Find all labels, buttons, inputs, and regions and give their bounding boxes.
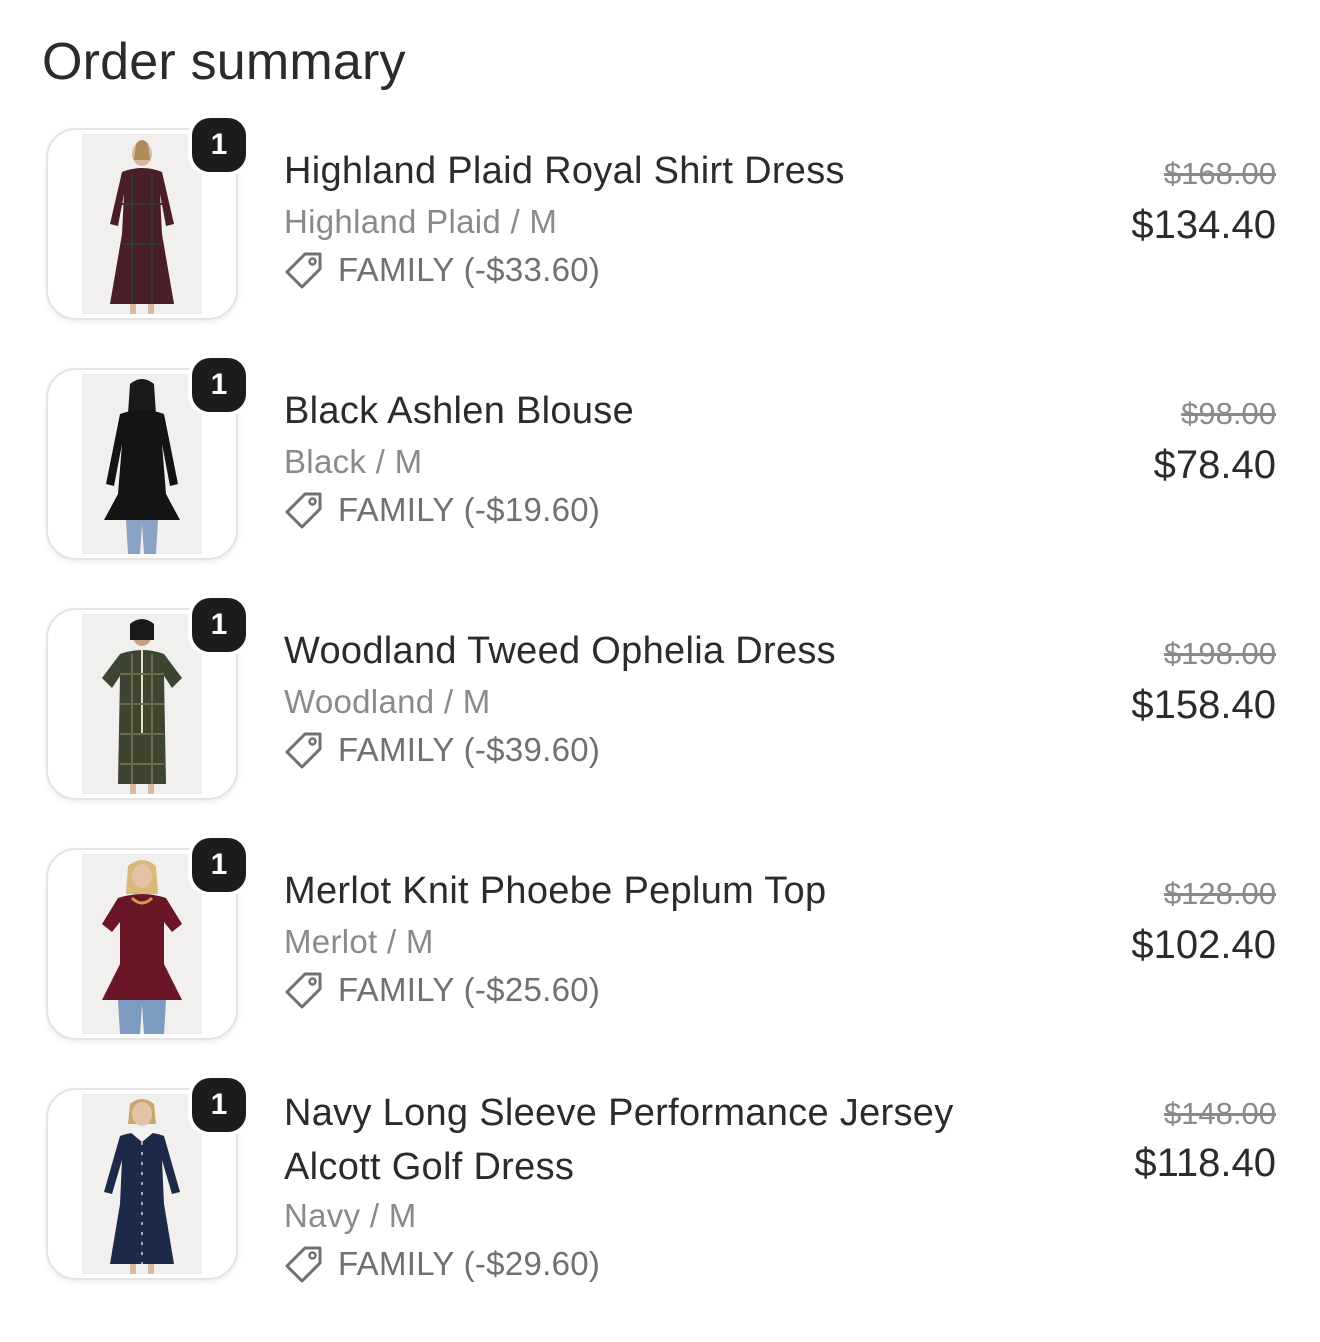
order-summary-title: Order summary	[42, 33, 406, 91]
original-price: $128.00	[1163, 876, 1276, 911]
product-image	[82, 614, 202, 794]
discount-code: FAMILY (-$33.60)	[284, 248, 600, 292]
discount-code: FAMILY (-$19.60)	[284, 488, 600, 532]
discount-code: FAMILY (-$29.60)	[284, 1242, 600, 1286]
product-variant: Woodland / M	[284, 683, 491, 720]
product-name: Highland Plaid Royal Shirt Dress	[284, 150, 845, 192]
discount-label: FAMILY (-$19.60)	[338, 491, 601, 528]
sale-price: $102.40	[1131, 923, 1276, 967]
product-name: Merlot Knit Phoebe Peplum Top	[284, 870, 827, 912]
product-variant: Highland Plaid / M	[284, 203, 558, 240]
quantity-badge: 1	[188, 1074, 250, 1136]
product-variant: Black / M	[284, 443, 423, 480]
discount-code: FAMILY (-$25.60)	[284, 968, 600, 1012]
tag-icon	[285, 492, 322, 529]
product-image	[82, 854, 202, 1034]
original-price: $168.00	[1163, 156, 1276, 191]
quantity-badge: 1	[188, 594, 250, 656]
product-name: Woodland Tweed Ophelia Dress	[284, 630, 836, 672]
product-image	[82, 1094, 202, 1274]
sale-price: $134.40	[1131, 203, 1276, 247]
sale-price: $118.40	[1134, 1141, 1276, 1185]
tag-icon	[285, 972, 322, 1009]
product-name: Navy Long Sleeve Performance Jersey Alco…	[284, 1092, 954, 1188]
tag-icon	[285, 252, 322, 289]
product-variant: Navy / M	[284, 1197, 417, 1234]
discount-code: FAMILY (-$39.60)	[284, 728, 600, 772]
quantity-badge: 1	[188, 354, 250, 416]
discount-label: FAMILY (-$29.60)	[338, 1245, 601, 1282]
tag-icon	[285, 732, 322, 769]
quantity-badge: 1	[188, 834, 250, 896]
product-variant: Merlot / M	[284, 923, 434, 960]
tag-icon	[285, 1246, 322, 1283]
sale-price: $158.40	[1131, 683, 1276, 727]
original-price: $148.00	[1163, 1096, 1276, 1131]
discount-label: FAMILY (-$33.60)	[338, 251, 601, 288]
sale-price: $78.40	[1153, 443, 1276, 487]
product-image	[82, 374, 202, 554]
original-price: $198.00	[1163, 636, 1276, 671]
quantity-badge: 1	[188, 114, 250, 176]
product-name: Black Ashlen Blouse	[284, 390, 635, 432]
discount-label: FAMILY (-$25.60)	[338, 971, 601, 1008]
original-price: $98.00	[1181, 396, 1276, 431]
product-image	[82, 134, 202, 314]
discount-label: FAMILY (-$39.60)	[338, 731, 601, 768]
